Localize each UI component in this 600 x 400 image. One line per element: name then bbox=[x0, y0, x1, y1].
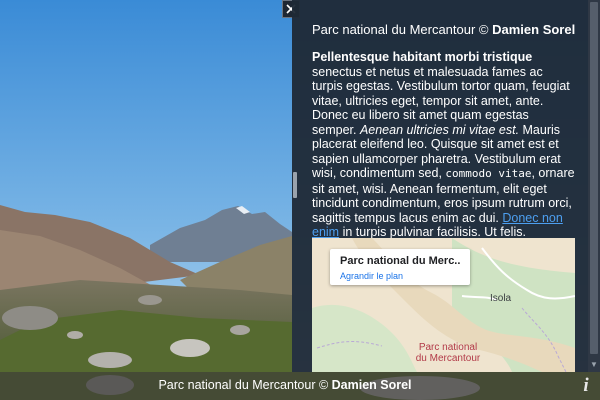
panel-resize-handle[interactable] bbox=[293, 172, 297, 198]
map-card-title: Parc national du Merc... bbox=[340, 255, 460, 267]
panel-title: Parc national du Mercantour © Damien Sor… bbox=[312, 22, 576, 38]
caption-bar: Parc national du Mercantour © Damien Sor… bbox=[0, 372, 600, 400]
panel-title-text: Parc national du Mercantour © bbox=[312, 22, 493, 37]
caption-text: Parc national du Mercantour © Damien Sor… bbox=[0, 378, 570, 392]
map-place-card: Parc national du Merc... Agrandir le pla… bbox=[330, 249, 470, 285]
info-icon: i bbox=[583, 375, 589, 396]
body-italic: Aenean ultricies mi vitae est. bbox=[359, 122, 520, 137]
body-bold-lead: Pellentesque habitant morbi tristique bbox=[312, 50, 533, 64]
info-button[interactable]: i bbox=[576, 375, 596, 397]
map-town-label: Isola bbox=[490, 293, 512, 304]
body-code: commodo vitae bbox=[445, 167, 532, 180]
panel-title-author: Damien Sorel bbox=[492, 22, 576, 37]
body-text-4: in turpis pulvinar facilisis. Ut felis. bbox=[339, 225, 526, 239]
caption-prefix: Parc national du Mercantour © bbox=[158, 378, 332, 392]
map-park-label-line2: du Mercantour bbox=[415, 353, 481, 364]
enlarge-map-link[interactable]: Agrandir le plan bbox=[340, 271, 460, 282]
caption-author: Damien Sorel bbox=[331, 378, 412, 392]
embedded-map[interactable]: Parc national du Merc... Agrandir le pla… bbox=[312, 238, 575, 372]
panel-scrollbar[interactable]: ▼ bbox=[588, 0, 600, 372]
scroll-down-arrow-icon[interactable]: ▼ bbox=[588, 358, 600, 370]
map-park-label-line1: Parc national bbox=[418, 342, 478, 353]
map-park-label: Parc national du Mercantour bbox=[408, 342, 488, 364]
panel-content: Parc national du Mercantour © Damien Sor… bbox=[312, 22, 576, 240]
scrollbar-thumb[interactable] bbox=[590, 2, 598, 354]
panel-body-text: Pellentesque habitant morbi tristique se… bbox=[312, 50, 576, 240]
